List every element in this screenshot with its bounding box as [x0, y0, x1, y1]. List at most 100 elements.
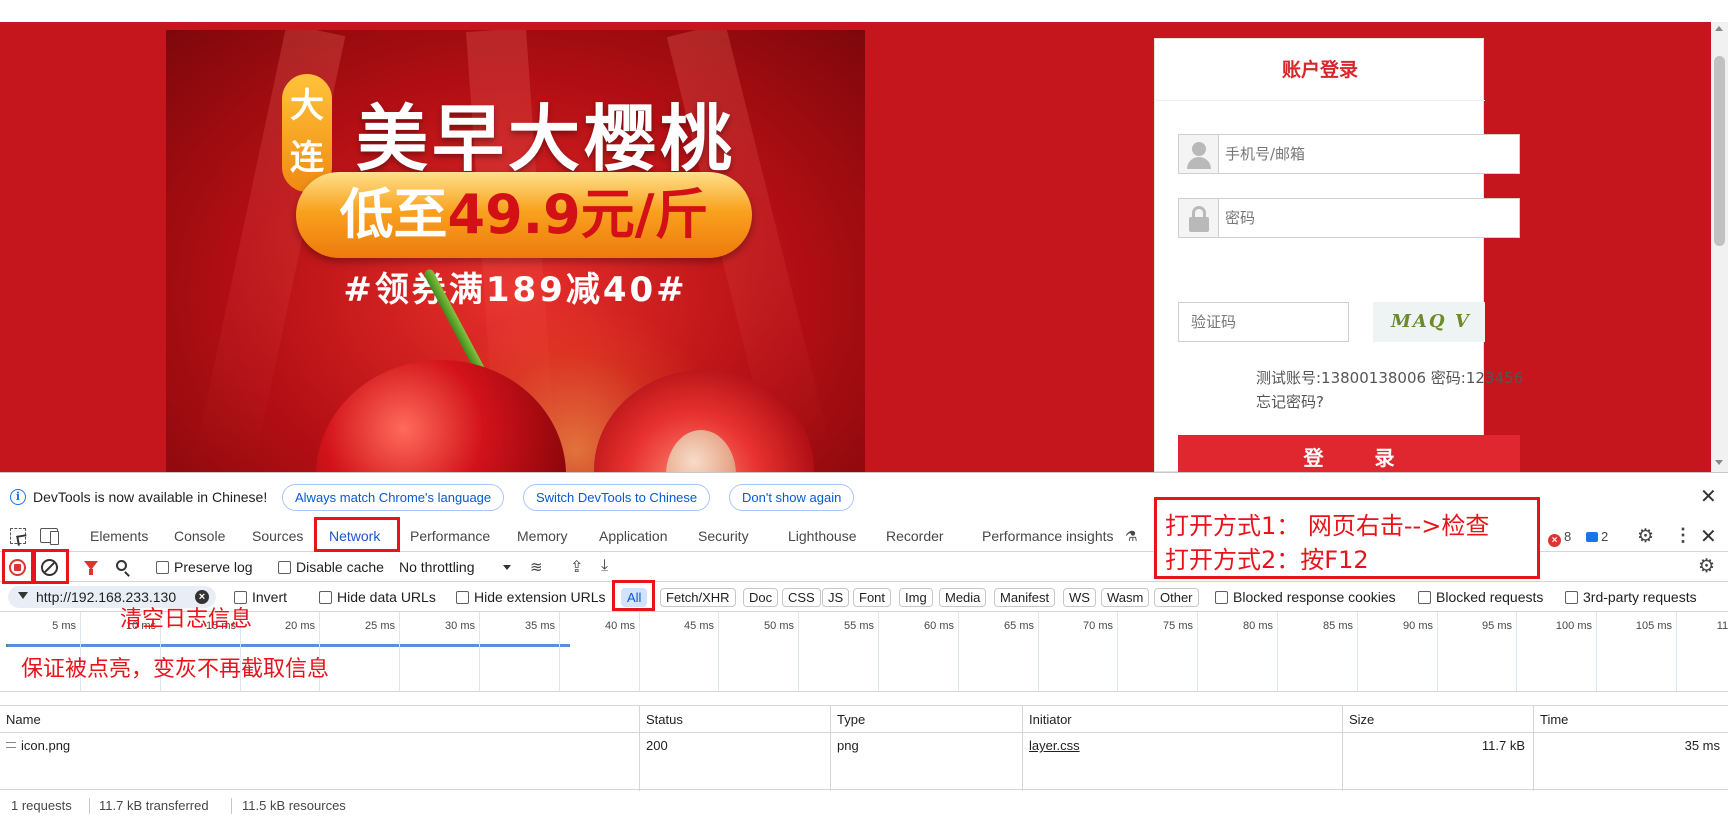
- tab-console[interactable]: Console: [174, 521, 225, 551]
- infobar-close-icon[interactable]: ✕: [1700, 487, 1717, 507]
- tab-performance-insights[interactable]: Performance insights: [982, 521, 1114, 551]
- network-settings-gear-icon[interactable]: ⚙: [1698, 555, 1715, 578]
- tab-memory[interactable]: Memory: [517, 521, 568, 551]
- login-button[interactable]: 登 录: [1178, 435, 1520, 472]
- column-header-status[interactable]: Status: [639, 706, 683, 733]
- tab-elements[interactable]: Elements: [90, 521, 148, 551]
- type-filter-media[interactable]: Media: [939, 588, 987, 607]
- column-header-size[interactable]: Size: [1342, 706, 1374, 733]
- checkbox-box[interactable]: [1418, 591, 1431, 604]
- divider: [231, 798, 232, 814]
- import-har-icon[interactable]: ⇪: [570, 557, 583, 577]
- checkbox-box[interactable]: [456, 591, 469, 604]
- third-party-checkbox[interactable]: 3rd-party requests: [1565, 589, 1697, 605]
- request-table-header: Name Status Type Initiator Size Time: [0, 705, 1728, 733]
- forgot-password-link[interactable]: 忘记密码?: [1256, 391, 1324, 412]
- settings-gear-icon[interactable]: ⚙: [1637, 525, 1654, 548]
- tab-recorder[interactable]: Recorder: [886, 521, 944, 551]
- timeline-gridline: [878, 612, 879, 691]
- inspect-element-icon[interactable]: [10, 528, 26, 544]
- switch-chinese-button[interactable]: Switch DevTools to Chinese: [523, 484, 711, 511]
- transferred-size: 11.7 kB transferred: [99, 798, 209, 813]
- timeline-gridline: [1357, 612, 1358, 691]
- type-filter-font[interactable]: Font: [853, 588, 892, 607]
- user-icon: [1179, 135, 1219, 173]
- blocked-requests-checkbox[interactable]: Blocked requests: [1418, 589, 1543, 605]
- timeline-tick-label: 85 ms: [1323, 620, 1353, 632]
- timeline-gridline: [1038, 612, 1039, 691]
- checkbox-box[interactable]: [278, 561, 291, 574]
- password-field[interactable]: [1178, 198, 1520, 238]
- username-field[interactable]: [1178, 134, 1520, 174]
- chevron-down-icon[interactable]: [503, 565, 511, 570]
- username-input[interactable]: [1225, 135, 1505, 173]
- hide-extension-urls-checkbox[interactable]: Hide extension URLs: [456, 589, 606, 605]
- request-initiator-link[interactable]: layer.css: [1029, 738, 1080, 753]
- column-header-time[interactable]: Time: [1533, 706, 1568, 733]
- devtools-close-icon[interactable]: ✕: [1700, 524, 1717, 549]
- captcha-input[interactable]: [1178, 302, 1349, 342]
- type-filter-wasm[interactable]: Wasm: [1101, 588, 1150, 607]
- dont-show-again-button[interactable]: Don't show again: [729, 484, 855, 511]
- more-options-icon[interactable]: ⋮: [1674, 525, 1692, 546]
- network-conditions-icon[interactable]: ≋: [530, 558, 543, 576]
- promo-banner[interactable]: 大连 美早大樱桃 低至49.9元/斤 #领券满189减40#: [166, 30, 865, 472]
- type-filter-doc[interactable]: Doc: [743, 588, 779, 607]
- error-count-badge[interactable]: × 8: [1548, 529, 1571, 547]
- page-scrollbar[interactable]: [1711, 22, 1728, 472]
- timeline-tick-label: 20 ms: [285, 620, 315, 632]
- tab-application[interactable]: Application: [599, 521, 668, 551]
- type-filter-ws[interactable]: WS: [1063, 588, 1096, 607]
- scroll-up-arrow-icon[interactable]: [1715, 26, 1723, 31]
- funnel-icon: [18, 592, 28, 599]
- column-divider: [1022, 759, 1023, 791]
- filter-icon[interactable]: [84, 561, 98, 575]
- type-filter-other[interactable]: Other: [1154, 588, 1199, 607]
- password-input[interactable]: [1225, 199, 1505, 237]
- blocked-cookies-checkbox[interactable]: Blocked response cookies: [1215, 589, 1396, 605]
- record-button-highlight: [2, 549, 34, 584]
- tab-lighthouse[interactable]: Lighthouse: [788, 521, 857, 551]
- timeline-gridline: [639, 612, 640, 691]
- timeline-gridline: [559, 612, 560, 691]
- timeline-tick-label: 25 ms: [365, 620, 395, 632]
- type-filter-img[interactable]: Img: [899, 588, 933, 607]
- match-language-button[interactable]: Always match Chrome's language: [282, 484, 505, 511]
- search-icon[interactable]: [116, 560, 127, 571]
- type-filter-css[interactable]: CSS: [782, 588, 821, 607]
- timeline-tick-label: 110 ms: [1716, 620, 1728, 632]
- price-pill: 低至49.9元/斤: [296, 172, 752, 258]
- checkbox-box[interactable]: [1565, 591, 1578, 604]
- scroll-down-arrow-icon[interactable]: [1715, 460, 1723, 465]
- column-header-type[interactable]: Type: [830, 706, 865, 733]
- timeline-tick-label: 75 ms: [1163, 620, 1193, 632]
- timeline-gridline: [1676, 612, 1677, 691]
- network-filterbar: http://192.168.233.130 × Invert Hide dat…: [0, 582, 1728, 612]
- throttling-select[interactable]: No throttling: [399, 558, 474, 576]
- error-count: 8: [1564, 529, 1572, 544]
- hide-data-urls-checkbox[interactable]: Hide data URLs: [319, 589, 436, 605]
- scroll-thumb[interactable]: [1714, 56, 1725, 246]
- tab-security[interactable]: Security: [698, 521, 749, 551]
- device-toolbar-icon[interactable]: [40, 528, 59, 545]
- tab-sources[interactable]: Sources: [252, 521, 303, 551]
- type-filter-fetch-xhr[interactable]: Fetch/XHR: [660, 588, 736, 607]
- checkbox-box[interactable]: [1215, 591, 1228, 604]
- resources-size: 11.5 kB resources: [242, 798, 346, 813]
- captcha-image[interactable]: MAQ V: [1373, 302, 1485, 342]
- message-count-badge[interactable]: 2: [1586, 529, 1608, 544]
- preserve-log-checkbox[interactable]: Preserve log: [156, 559, 253, 575]
- info-icon: i: [10, 489, 26, 505]
- column-header-name[interactable]: Name: [0, 706, 41, 733]
- disable-cache-checkbox[interactable]: Disable cache: [278, 559, 384, 575]
- timeline-tick-label: 80 ms: [1243, 620, 1273, 632]
- export-har-icon[interactable]: ⤓: [601, 557, 608, 575]
- tab-performance[interactable]: Performance: [410, 521, 490, 551]
- type-filter-js[interactable]: JS: [822, 588, 850, 607]
- column-header-initiator[interactable]: Initiator: [1022, 706, 1072, 733]
- checkbox-box[interactable]: [156, 561, 169, 574]
- checkbox-box[interactable]: [319, 591, 332, 604]
- blocked-requests-label: Blocked requests: [1436, 589, 1544, 605]
- request-count: 1 requests: [11, 798, 72, 813]
- type-filter-manifest[interactable]: Manifest: [994, 588, 1056, 607]
